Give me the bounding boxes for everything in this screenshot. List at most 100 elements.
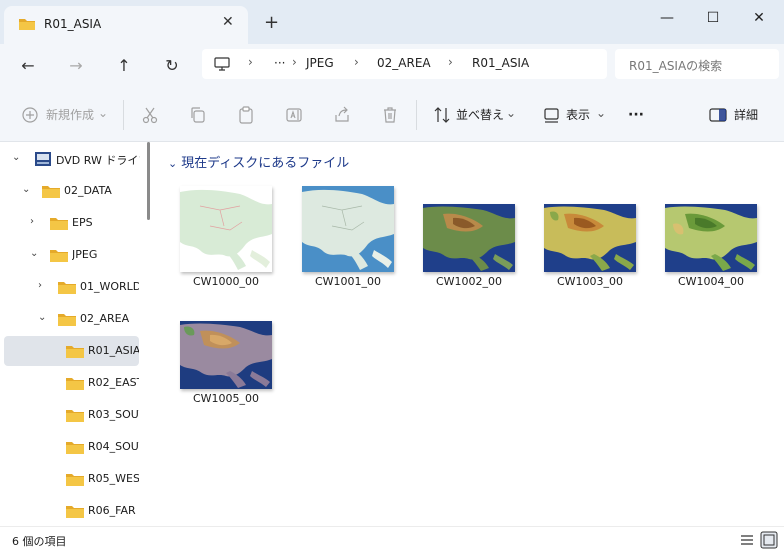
sidebar-item-r02-east[interactable]: R02_EAST	[4, 368, 139, 398]
map-thumbnail	[180, 321, 272, 389]
status-bar: 6 個の項目	[0, 526, 784, 552]
folder-icon	[50, 250, 68, 262]
sidebar-item-eps[interactable]: › EPS	[4, 208, 139, 238]
folder-icon	[58, 282, 76, 294]
file-list: ⌄ 現在ディスクにあるファイル CW1000_00 CW1001_00 CW10…	[156, 142, 784, 526]
sidebar-item-r04-south[interactable]: R04_SOUT	[4, 432, 139, 462]
back-button[interactable]: ←	[16, 54, 40, 78]
sidebar-item-01-world[interactable]: › 01_WORLD	[4, 272, 139, 302]
search-input[interactable]: R01_ASIAの検索	[615, 49, 779, 79]
file-name: CW1001_00	[314, 275, 382, 288]
breadcrumb-separator: ›	[354, 55, 359, 69]
rename-icon[interactable]	[284, 105, 304, 125]
tab-title: R01_ASIA	[44, 17, 102, 31]
more-options-button[interactable]: ···	[628, 104, 644, 126]
item-count: 6 個の項目	[12, 535, 67, 548]
view-button[interactable]: 表示	[566, 104, 590, 126]
copy-icon[interactable]	[188, 105, 208, 125]
chevron-right-icon[interactable]: ›	[38, 280, 42, 291]
new-tab-button[interactable]: +	[264, 12, 279, 33]
folder-icon	[42, 186, 60, 198]
cut-icon[interactable]	[140, 105, 160, 125]
file-item[interactable]: CW1000_00	[180, 186, 272, 296]
up-button[interactable]: ↑	[112, 54, 136, 78]
breadcrumb-r01-asia[interactable]: R01_ASIA	[472, 56, 529, 70]
sort-icon	[434, 107, 450, 123]
folder-icon	[66, 442, 84, 454]
paste-icon[interactable]	[236, 105, 256, 125]
chevron-down-icon: ⌄	[168, 157, 178, 170]
share-icon[interactable]	[332, 105, 352, 125]
group-header[interactable]: ⌄ 現在ディスクにあるファイル	[168, 152, 349, 171]
view-icon	[544, 108, 559, 123]
delete-icon[interactable]	[380, 105, 400, 125]
title-bar: R01_ASIA ✕ + — ☐ ✕	[0, 0, 784, 44]
chevron-down-icon: ⌄	[506, 106, 517, 120]
sidebar-item-r01-asia[interactable]: R01_ASIA	[4, 336, 139, 366]
chevron-down-icon[interactable]: ⌄	[22, 184, 30, 195]
breadcrumb-jpeg[interactable]: JPEG	[306, 56, 334, 70]
sidebar-item-label: R04_SOUT	[88, 440, 139, 453]
sidebar-scrollbar[interactable]	[147, 142, 150, 220]
details-view-icon[interactable]	[738, 531, 756, 549]
breadcrumb-separator: ›	[292, 55, 297, 69]
tab-r01-asia[interactable]: R01_ASIA ✕	[4, 6, 248, 44]
minimize-button[interactable]: —	[644, 4, 690, 32]
file-item[interactable]: CW1001_00	[302, 186, 394, 296]
file-name: CW1005_00	[192, 392, 260, 405]
map-thumbnail	[423, 204, 515, 272]
sidebar-item-label: 02_AREA	[80, 312, 130, 325]
map-thumbnail	[180, 186, 272, 272]
close-button[interactable]: ✕	[736, 4, 782, 32]
sidebar-item-r05-west[interactable]: R05_WEST	[4, 464, 139, 494]
large-icons-view-icon[interactable]	[760, 531, 778, 549]
address-bar[interactable]: › ··· › JPEG › 02_AREA › R01_ASIA	[202, 49, 607, 79]
file-name: CW1003_00	[556, 275, 624, 288]
sidebar-item-label: R05_WEST	[88, 472, 139, 485]
map-thumbnail	[302, 186, 394, 272]
computer-icon	[214, 57, 230, 71]
sidebar-item-label: R02_EAST	[88, 376, 139, 389]
folder-icon	[66, 474, 84, 486]
file-item[interactable]: CW1004_00	[665, 204, 757, 296]
breadcrumb-more[interactable]: ···	[274, 56, 285, 70]
chevron-down-icon[interactable]: ⌄	[12, 152, 20, 163]
chevron-down-icon[interactable]: ⌄	[38, 312, 46, 323]
tab-close-button[interactable]: ✕	[222, 14, 234, 30]
chevron-right-icon[interactable]: ›	[30, 216, 34, 227]
details-button[interactable]: 詳細	[734, 104, 758, 126]
map-thumbnail	[544, 204, 636, 272]
file-item[interactable]: CW1003_00	[544, 204, 636, 296]
sidebar-item-label: JPEG	[72, 248, 98, 261]
map-thumbnail	[665, 204, 757, 272]
toolbar-divider	[416, 100, 417, 130]
folder-icon	[66, 346, 84, 358]
toolbar-divider	[123, 100, 124, 130]
sidebar-item-r03-south[interactable]: R03_SOUT	[4, 400, 139, 430]
folder-icon	[19, 19, 35, 30]
chevron-down-icon[interactable]: ⌄	[30, 248, 38, 259]
sidebar-item-label: R03_SOUT	[88, 408, 139, 421]
chevron-down-icon: ⌄	[596, 106, 607, 120]
forward-button[interactable]: →	[64, 54, 88, 78]
add-icon	[22, 107, 38, 123]
sidebar-item-02-data[interactable]: ⌄ 02_DATA	[4, 176, 139, 206]
sidebar-item-02-area[interactable]: ⌄ 02_AREA	[4, 304, 139, 334]
file-name: CW1000_00	[192, 275, 260, 288]
sidebar-item-r06-far-east[interactable]: R06_FAR E	[4, 496, 139, 526]
file-item[interactable]: CW1002_00	[423, 204, 515, 296]
maximize-button[interactable]: ☐	[690, 4, 736, 32]
details-pane-icon	[709, 108, 727, 122]
dvd-drive-icon	[35, 152, 51, 166]
sidebar-item-dvd-drive[interactable]: ⌄ DVD RW ドライブ	[4, 144, 140, 174]
breadcrumb-separator: ›	[448, 55, 453, 69]
sidebar-item-label: DVD RW ドライブ	[56, 154, 140, 167]
sort-button[interactable]: 並べ替え	[456, 104, 504, 126]
file-item[interactable]: CW1005_00	[180, 321, 272, 413]
sidebar-item-jpeg[interactable]: ⌄ JPEG	[4, 240, 139, 270]
new-button[interactable]: 新規作成	[46, 104, 94, 126]
command-bar: 新規作成 ⌄ 並べ替え ⌄ 表示 ⌄ ··· 詳細	[0, 88, 784, 142]
folder-icon	[50, 218, 68, 230]
refresh-button[interactable]: ↻	[160, 54, 184, 78]
breadcrumb-02-area[interactable]: 02_AREA	[377, 56, 431, 70]
